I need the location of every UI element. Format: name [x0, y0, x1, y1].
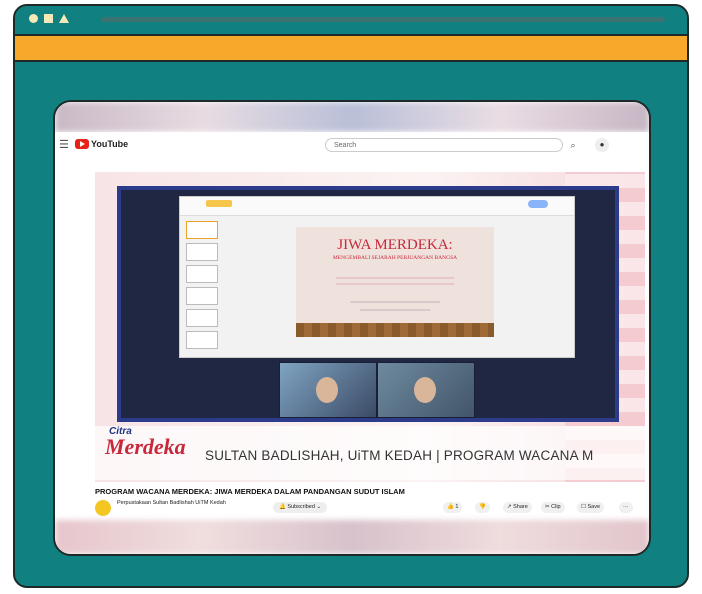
screenshot-panel: ☰ YouTube Search ⌕ ● JIWA MERDEKA: MENGE… [53, 100, 651, 556]
slide-subtitle: MENGEMBALI SEJARAH PERJUANGAN BANGSA [332, 255, 458, 261]
menu-icon[interactable]: ☰ [59, 138, 69, 151]
youtube-logo-text: YouTube [91, 139, 129, 149]
mic-icon[interactable]: ● [595, 138, 609, 152]
youtube-logo[interactable]: YouTube [75, 139, 128, 149]
slide-thumbnail [186, 287, 218, 305]
blurred-top-strip [55, 102, 649, 132]
video-title: PROGRAM WACANA MERDEKA: JIWA MERDEKA DAL… [95, 487, 405, 496]
save-label: Save [587, 504, 601, 510]
slide-thumbnail [186, 265, 218, 283]
video-player[interactable]: JIWA MERDEKA: MENGEMBALI SEJARAH PERJUAN… [95, 172, 645, 482]
channel-row: Perpustakaan Sultan Badlishah UiTM Kedah… [95, 498, 645, 520]
slides-tab [206, 200, 232, 207]
channel-name[interactable]: Perpustakaan Sultan Badlishah UiTM Kedah [117, 500, 226, 506]
dislike-button[interactable]: 👎 [475, 502, 490, 513]
slide-thumbnails [186, 221, 218, 351]
window-controls [29, 14, 69, 23]
youtube-header: ☰ YouTube Search ⌕ ● [55, 132, 649, 158]
blurred-bottom-strip [55, 520, 649, 554]
circle-icon[interactable] [29, 14, 38, 23]
clip-button[interactable]: ✂ Clip [541, 502, 565, 513]
search-icon[interactable]: ⌕ [565, 138, 581, 152]
slides-toolbar [180, 197, 574, 216]
current-slide: JIWA MERDEKA: MENGEMBALI SEJARAH PERJUAN… [296, 227, 494, 337]
participant-face [414, 377, 436, 403]
slide-thumbnail [186, 221, 218, 239]
slide-divider [350, 301, 440, 303]
like-button[interactable]: 👍 1 [443, 502, 463, 513]
participant-video [377, 362, 475, 418]
slides-app-window: JIWA MERDEKA: MENGEMBALI SEJARAH PERJUAN… [179, 196, 575, 358]
banner-logo: Merdeka [105, 434, 186, 459]
search-input[interactable]: Search [325, 138, 563, 152]
participant-video [279, 362, 377, 418]
participant-face [316, 377, 338, 403]
meeting-frame: JIWA MERDEKA: MENGEMBALI SEJARAH PERJUAN… [117, 186, 619, 422]
share-button[interactable]: ↗ Share [503, 502, 532, 513]
slide-divider [336, 277, 454, 279]
title-bar [15, 6, 687, 32]
share-label: Share [513, 504, 528, 510]
like-count: 1 [455, 504, 459, 510]
slide-wood-floor [296, 323, 494, 337]
subscribe-button[interactable]: 🔔 Subscribed ⌄ [273, 502, 328, 513]
subscribe-label: Subscribed [287, 504, 315, 510]
save-button[interactable]: ☐ Save [577, 502, 605, 513]
slides-share-button [528, 200, 548, 208]
youtube-play-icon [75, 139, 89, 149]
browser-window: ☰ YouTube Search ⌕ ● JIWA MERDEKA: MENGE… [13, 4, 689, 588]
address-bar [15, 34, 687, 62]
triangle-icon[interactable] [59, 14, 69, 23]
slide-thumbnail [186, 309, 218, 327]
avatar[interactable] [95, 500, 111, 516]
slide-thumbnail [186, 331, 218, 349]
slide-divider [336, 283, 454, 285]
clip-label: Clip [551, 504, 561, 510]
slide-title: JIWA MERDEKA: [337, 237, 453, 253]
square-icon[interactable] [44, 14, 53, 23]
title-placeholder-line [101, 17, 665, 22]
event-banner: Citra Merdeka SULTAN BADLISHAH, UiTM KED… [95, 426, 645, 480]
slide-thumbnail [186, 243, 218, 261]
more-button[interactable]: ··· [619, 502, 633, 513]
slide-divider [360, 309, 430, 311]
banner-scroll-text: SULTAN BADLISHAH, UiTM KEDAH | PROGRAM W… [205, 448, 594, 463]
